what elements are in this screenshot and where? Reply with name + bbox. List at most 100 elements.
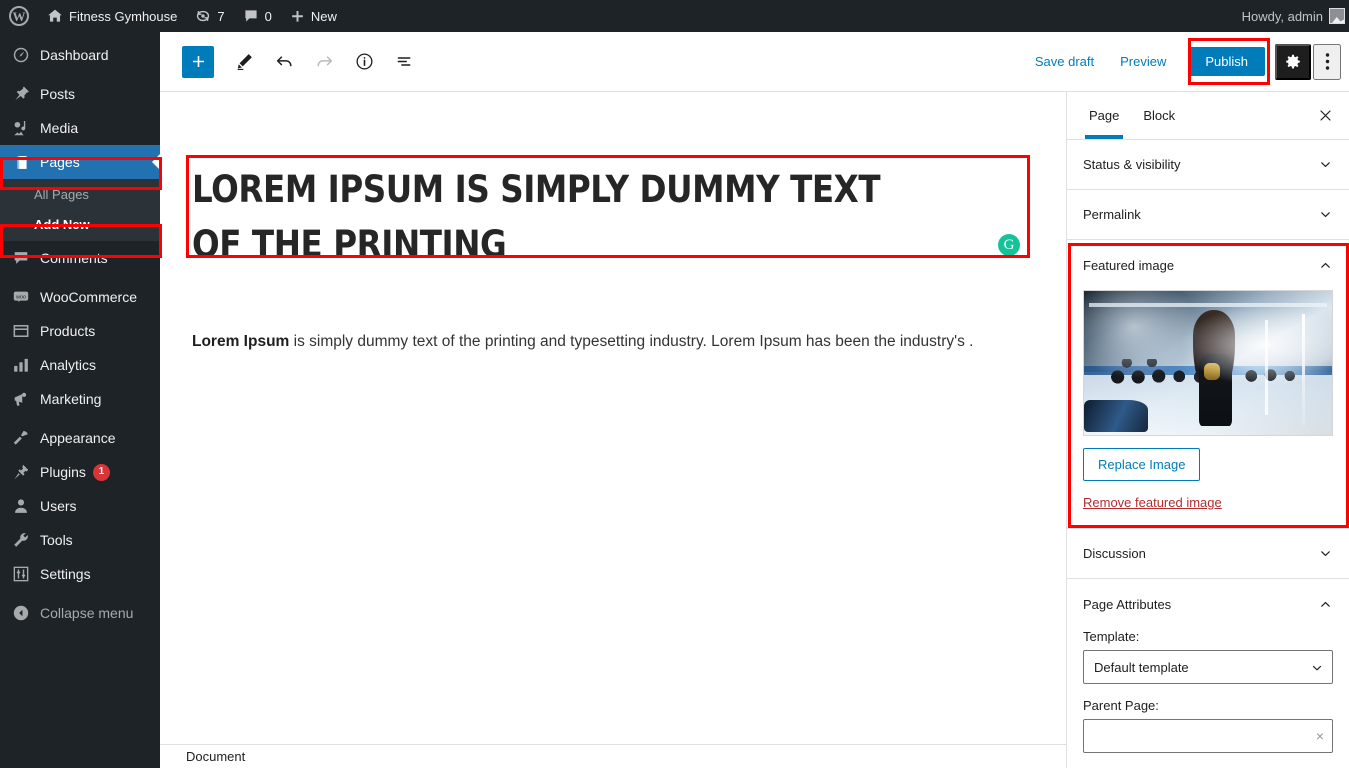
featured-image-thumbnail[interactable] bbox=[1083, 290, 1333, 436]
panel-featured-image: Featured image Replace Image Remove feat… bbox=[1067, 240, 1349, 529]
sidebar-item-woocommerce[interactable]: woo WooCommerce bbox=[0, 280, 160, 314]
collapse-menu-label: Collapse menu bbox=[40, 605, 134, 622]
remove-featured-image-link[interactable]: Remove featured image bbox=[1083, 495, 1333, 510]
panel-permalink[interactable]: Permalink bbox=[1067, 190, 1349, 240]
editor-canvas: Lorem Ipsum is simply dummy text of the … bbox=[160, 92, 1066, 744]
comments-icon bbox=[11, 248, 31, 268]
breadcrumb-document[interactable]: Document bbox=[186, 749, 245, 764]
editor-toolbar-left bbox=[160, 44, 422, 80]
sidebar-item-label: Marketing bbox=[40, 391, 102, 408]
details-info-button[interactable] bbox=[346, 44, 382, 80]
publish-button[interactable]: Publish bbox=[1188, 47, 1265, 76]
grammarly-icon[interactable]: G bbox=[998, 234, 1020, 256]
panel-discussion-label: Discussion bbox=[1083, 546, 1146, 561]
editor-header-toolbar: Save draft Preview Publish bbox=[160, 32, 1349, 92]
collapse-menu-button[interactable]: Collapse menu bbox=[0, 596, 160, 630]
comment-bubble-icon bbox=[243, 8, 259, 24]
comments-menu[interactable]: 0 bbox=[234, 0, 281, 32]
replace-image-button[interactable]: Replace Image bbox=[1083, 448, 1201, 481]
svg-text:woo: woo bbox=[15, 294, 26, 300]
post-title-field[interactable]: Lorem Ipsum is simply dummy text of the … bbox=[192, 162, 929, 272]
sidebar-item-posts[interactable]: Posts bbox=[0, 77, 160, 111]
list-view-button[interactable] bbox=[386, 44, 422, 80]
save-draft-button[interactable]: Save draft bbox=[1023, 46, 1106, 77]
chevron-down-icon bbox=[1318, 207, 1333, 222]
howdy-label: Howdy, admin bbox=[1241, 8, 1323, 24]
sidebar-item-analytics[interactable]: Analytics bbox=[0, 348, 160, 382]
sidebar-item-label: Plugins bbox=[40, 464, 86, 481]
sidebar-item-label: Dashboard bbox=[40, 47, 109, 63]
sidebar-item-users[interactable]: Users bbox=[0, 489, 160, 523]
marketing-icon bbox=[11, 389, 31, 409]
post-body-paragraph[interactable]: Lorem Ipsum is simply dummy text of the … bbox=[192, 330, 1022, 355]
sidebar-item-pages[interactable]: Pages bbox=[0, 145, 160, 179]
sidebar-item-label: Products bbox=[40, 323, 96, 340]
plugins-icon bbox=[11, 462, 31, 482]
new-content-menu[interactable]: New bbox=[281, 0, 346, 32]
more-options-button[interactable] bbox=[1313, 43, 1341, 80]
panel-featured-image-label: Featured image bbox=[1083, 257, 1175, 273]
chevron-down-icon bbox=[1318, 157, 1333, 172]
preview-button[interactable]: Preview bbox=[1108, 46, 1178, 77]
pin-icon bbox=[11, 84, 31, 104]
updates-count: 7 bbox=[217, 8, 225, 24]
sidebar-item-label: Analytics bbox=[40, 357, 97, 374]
settings-tabs: Page Block bbox=[1067, 92, 1349, 140]
sidebar-item-settings[interactable]: Settings bbox=[0, 557, 160, 591]
tab-block[interactable]: Block bbox=[1131, 92, 1187, 139]
sidebar-item-media[interactable]: Media bbox=[0, 111, 160, 145]
submenu-item-all-pages[interactable]: All Pages bbox=[0, 180, 160, 210]
pages-submenu: All Pages Add New bbox=[0, 179, 160, 242]
home-icon bbox=[47, 8, 63, 24]
wp-logo-menu[interactable]: W bbox=[0, 0, 38, 32]
settings-icon bbox=[11, 564, 31, 584]
updates-icon bbox=[195, 8, 211, 24]
panel-page-attributes-header[interactable]: Page Attributes bbox=[1067, 579, 1349, 629]
sidebar-item-plugins[interactable]: Plugins 1 bbox=[0, 455, 160, 489]
parent-page-input[interactable]: × bbox=[1083, 719, 1333, 753]
sidebar-item-label: Users bbox=[40, 498, 77, 515]
panel-status-visibility[interactable]: Status & visibility bbox=[1067, 140, 1349, 190]
clear-icon[interactable]: × bbox=[1316, 729, 1324, 743]
sidebar-item-label: Posts bbox=[40, 86, 76, 102]
redo-button[interactable] bbox=[306, 44, 342, 80]
plus-icon bbox=[290, 9, 305, 24]
tools-pencil-button[interactable] bbox=[226, 44, 262, 80]
products-icon bbox=[11, 321, 31, 341]
sidebar-item-comments[interactable]: Comments bbox=[0, 241, 160, 275]
post-body-bold: Lorem Ipsum bbox=[192, 333, 290, 350]
site-name-menu[interactable]: Fitness Gymhouse bbox=[38, 0, 186, 32]
settings-gear-button[interactable] bbox=[1275, 43, 1311, 80]
undo-button[interactable] bbox=[266, 44, 302, 80]
sidebar-item-marketing[interactable]: Marketing bbox=[0, 382, 160, 416]
sidebar-item-tools[interactable]: Tools bbox=[0, 523, 160, 557]
submenu-item-add-new[interactable]: Add New bbox=[0, 210, 160, 240]
template-select[interactable]: Default template bbox=[1083, 650, 1333, 684]
panel-discussion[interactable]: Discussion bbox=[1067, 529, 1349, 579]
panel-permalink-label: Permalink bbox=[1083, 207, 1141, 222]
admin-sidebar-menu: Dashboard Posts Media Pages All Pages Ad… bbox=[0, 32, 160, 768]
tab-page[interactable]: Page bbox=[1077, 92, 1131, 139]
chevron-down-icon bbox=[1318, 546, 1333, 561]
avatar bbox=[1329, 8, 1345, 24]
sidebar-item-dashboard[interactable]: Dashboard bbox=[0, 38, 160, 72]
sidebar-item-appearance[interactable]: Appearance bbox=[0, 421, 160, 455]
parent-page-label: Parent Page: bbox=[1083, 698, 1159, 713]
pages-icon bbox=[11, 152, 31, 172]
add-block-button[interactable] bbox=[182, 45, 214, 78]
editor-toolbar-right: Save draft Preview Publish bbox=[1023, 43, 1349, 80]
close-sidebar-button[interactable] bbox=[1305, 96, 1345, 136]
account-menu[interactable]: Howdy, admin bbox=[1242, 8, 1349, 24]
updates-menu[interactable]: 7 bbox=[186, 0, 233, 32]
panel-page-attributes: Page Attributes Template: Default templa… bbox=[1067, 579, 1349, 768]
collapse-arrow-icon bbox=[11, 603, 31, 623]
chevron-up-icon bbox=[1318, 258, 1333, 273]
sidebar-item-products[interactable]: Products bbox=[0, 314, 160, 348]
sidebar-item-label: Appearance bbox=[40, 430, 116, 447]
sidebar-item-label: Media bbox=[40, 120, 79, 136]
plugins-update-badge: 1 bbox=[92, 463, 110, 481]
settings-sidebar: Page Block Status & visibility Permalink… bbox=[1066, 92, 1349, 768]
users-icon bbox=[11, 496, 31, 516]
panel-featured-image-header[interactable]: Featured image bbox=[1067, 240, 1349, 290]
post-body-rest: is simply dummy text of the printing and… bbox=[289, 333, 974, 350]
